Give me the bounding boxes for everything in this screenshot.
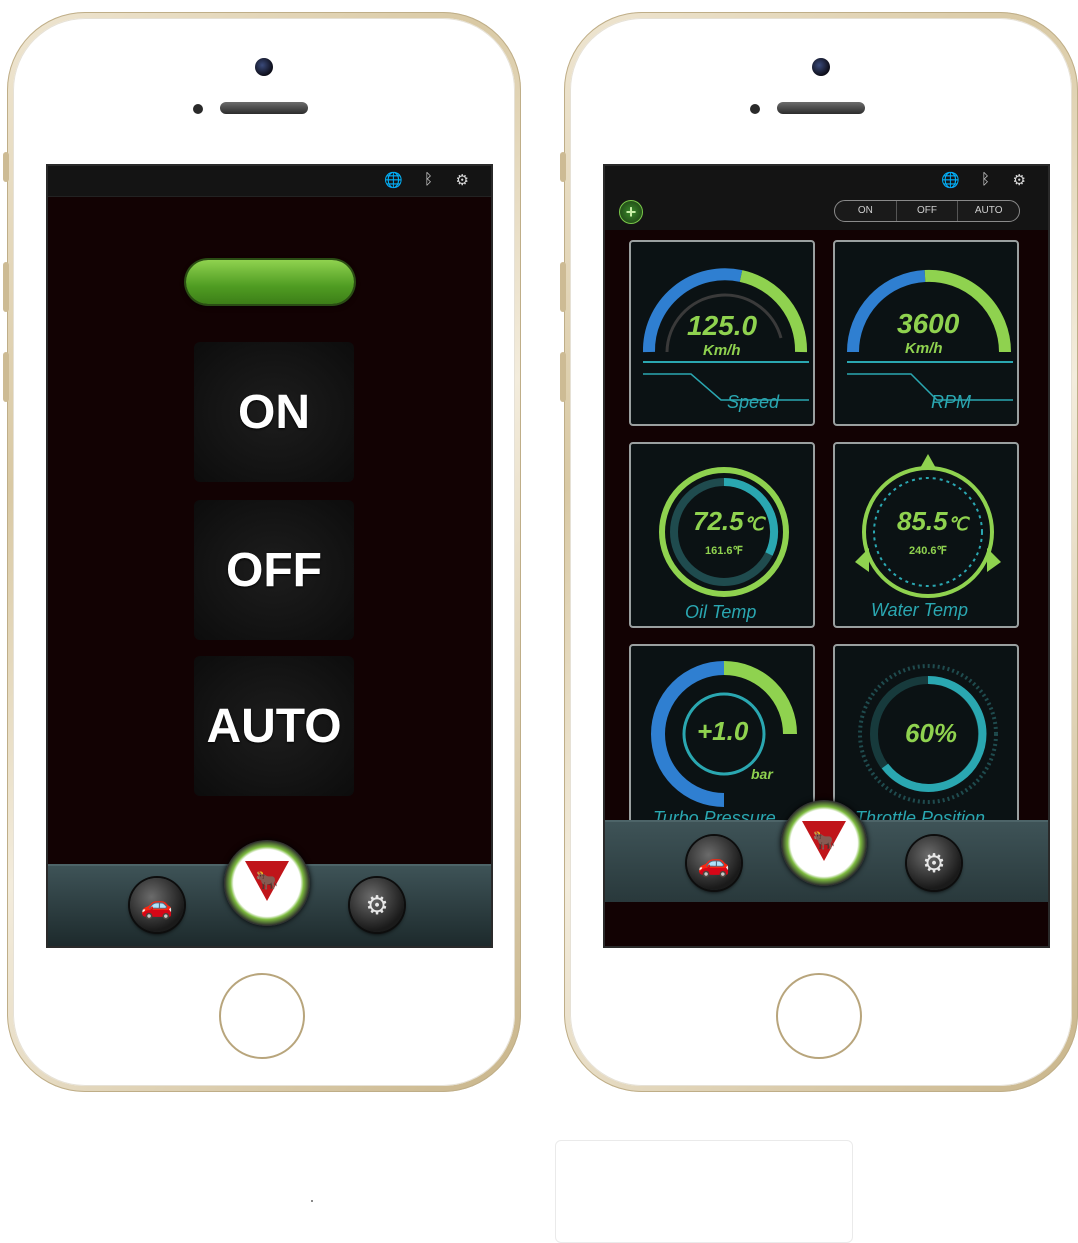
- left-screen: 🌐 ᛒ ⚙ ON OFF AUTO 🚗 🐂 ⚙: [46, 164, 493, 948]
- throttle-value: 60%: [905, 718, 958, 748]
- turbo-value: +1.0: [697, 716, 749, 746]
- auto-button[interactable]: AUTO: [194, 656, 354, 796]
- settings-icon[interactable]: ⚙: [350, 878, 404, 932]
- bull-logo-icon: 🐂: [812, 830, 836, 851]
- bluetooth-icon: ᛒ: [980, 171, 990, 188]
- turbo-pressure-gauge-tile[interactable]: +1.0 bar Turbo Pressure: [629, 644, 815, 830]
- earpiece-speaker: [220, 102, 308, 114]
- left-phone: 🌐 ᛒ ⚙ ON OFF AUTO 🚗 🐂 ⚙: [3, 12, 521, 1092]
- proximity-sensor: [193, 104, 203, 114]
- volume-down-button: [3, 352, 9, 402]
- mode-segmented-control: ON OFF AUTO: [834, 200, 1020, 222]
- volume-up-button: [3, 262, 9, 312]
- segment-off[interactable]: OFF: [897, 201, 959, 221]
- blank-panel: [555, 1140, 853, 1243]
- home-button[interactable]: [776, 973, 862, 1059]
- globe-icon: 🌐: [941, 172, 960, 189]
- status-bar: 🌐 ᛒ ⚙: [48, 166, 491, 197]
- status-bar: 🌐 ᛒ ⚙: [605, 166, 1048, 197]
- mute-switch: [560, 152, 566, 182]
- settings-icon[interactable]: ⚙: [907, 836, 961, 890]
- throttle-position-gauge-tile[interactable]: 60% Throttle Position: [833, 644, 1019, 830]
- oil-temp-fahrenheit: 161.6℉: [705, 545, 743, 557]
- globe-icon: 🌐: [384, 172, 403, 189]
- oil-temp-gauge-tile[interactable]: 72.5℃ 161.6℉ Oil Temp: [629, 442, 815, 628]
- speck: [311, 1200, 313, 1202]
- rpm-gauge-tile[interactable]: 3600 Km/h RPM: [833, 240, 1019, 426]
- speed-gauge-tile[interactable]: 125.0 Km/h Speed: [629, 240, 815, 426]
- rpm-value: 3600: [897, 308, 960, 339]
- bull-logo-icon: 🐂: [255, 870, 279, 891]
- bottom-nav: 🚗 🐂 ⚙: [605, 800, 1048, 946]
- segment-on[interactable]: ON: [835, 201, 897, 221]
- water-temp-gauge-tile[interactable]: 85.5℃ 240.6℉ Water Temp: [833, 442, 1019, 628]
- engine-icon: ⚙: [455, 172, 469, 189]
- speed-unit: Km/h: [703, 342, 741, 359]
- volume-down-button: [560, 352, 566, 402]
- right-screen: 🌐 ᛒ ⚙ + ON OFF AUTO 125.0 Km/h Speed 360…: [603, 164, 1050, 948]
- speed-label: Speed: [727, 392, 780, 412]
- home-button[interactable]: [219, 973, 305, 1059]
- car-icon[interactable]: 🚗: [687, 836, 741, 890]
- bluetooth-icon: ᛒ: [423, 171, 433, 188]
- water-temp-value: 85.5℃: [897, 506, 968, 536]
- add-gauge-button[interactable]: +: [619, 200, 643, 224]
- off-button[interactable]: OFF: [194, 500, 354, 640]
- engine-icon: ⚙: [1012, 172, 1026, 189]
- earpiece-speaker: [777, 102, 865, 114]
- bottom-nav: 🚗 🐂 ⚙: [48, 840, 491, 946]
- phone-face: 🌐 ᛒ ⚙ ON OFF AUTO 🚗 🐂 ⚙: [13, 18, 515, 1086]
- volume-up-button: [560, 262, 566, 312]
- bottom-filler: [605, 902, 1048, 946]
- turbo-unit: bar: [751, 766, 773, 782]
- mode-indicator-light: [186, 260, 354, 304]
- rpm-label: RPM: [931, 392, 971, 412]
- oil-temp-label: Oil Temp: [685, 602, 757, 622]
- right-phone: 🌐 ᛒ ⚙ + ON OFF AUTO 125.0 Km/h Speed 360…: [560, 12, 1078, 1092]
- front-camera: [812, 58, 830, 76]
- phone-face: 🌐 ᛒ ⚙ + ON OFF AUTO 125.0 Km/h Speed 360…: [570, 18, 1072, 1086]
- rpm-unit: Km/h: [905, 340, 943, 357]
- proximity-sensor: [750, 104, 760, 114]
- speed-value: 125.0: [687, 310, 758, 341]
- front-camera: [255, 58, 273, 76]
- water-temp-label: Water Temp: [871, 600, 969, 620]
- toolbar: + ON OFF AUTO: [605, 196, 1048, 230]
- oil-temp-value: 72.5℃: [693, 506, 764, 536]
- segment-auto[interactable]: AUTO: [958, 201, 1019, 221]
- car-icon[interactable]: 🚗: [130, 878, 184, 932]
- home-logo-button[interactable]: 🐂: [781, 800, 867, 886]
- mute-switch: [3, 152, 9, 182]
- home-logo-button[interactable]: 🐂: [224, 840, 310, 926]
- on-button[interactable]: ON: [194, 342, 354, 482]
- water-temp-fahrenheit: 240.6℉: [909, 545, 947, 557]
